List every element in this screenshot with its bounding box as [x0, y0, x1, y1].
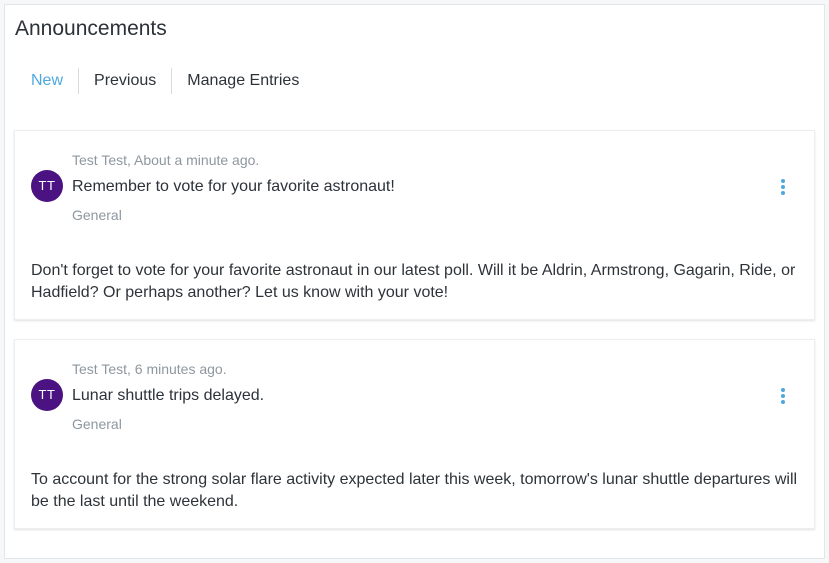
announcement-card: Test Test, About a minute ago. TT Rememb…	[14, 130, 815, 320]
tab-previous[interactable]: Previous	[78, 68, 171, 94]
announcement-meta: Test Test, 6 minutes ago.	[72, 361, 227, 377]
kebab-menu-icon[interactable]	[778, 388, 788, 408]
announcement-title: Remember to vote for your favorite astro…	[72, 178, 395, 195]
announcements-panel: Announcements New Previous Manage Entrie…	[4, 4, 825, 559]
tab-manage-entries[interactable]: Manage Entries	[171, 68, 314, 94]
announcement-title: Lunar shuttle trips delayed.	[72, 387, 265, 404]
page-title: Announcements	[15, 17, 167, 40]
avatar: TT	[31, 379, 63, 411]
announcement-category: General	[72, 207, 122, 223]
kebab-menu-icon[interactable]	[778, 179, 788, 199]
tab-bar: New Previous Manage Entries	[15, 67, 314, 95]
avatar: TT	[31, 170, 63, 202]
announcement-card: Test Test, 6 minutes ago. TT Lunar shutt…	[14, 339, 815, 529]
announcement-category: General	[72, 416, 122, 432]
announcement-body: To account for the strong solar flare ac…	[31, 471, 798, 510]
tab-new[interactable]: New	[15, 68, 78, 94]
announcement-body: Don't forget to vote for your favorite a…	[31, 262, 796, 301]
announcement-meta: Test Test, About a minute ago.	[72, 152, 260, 168]
